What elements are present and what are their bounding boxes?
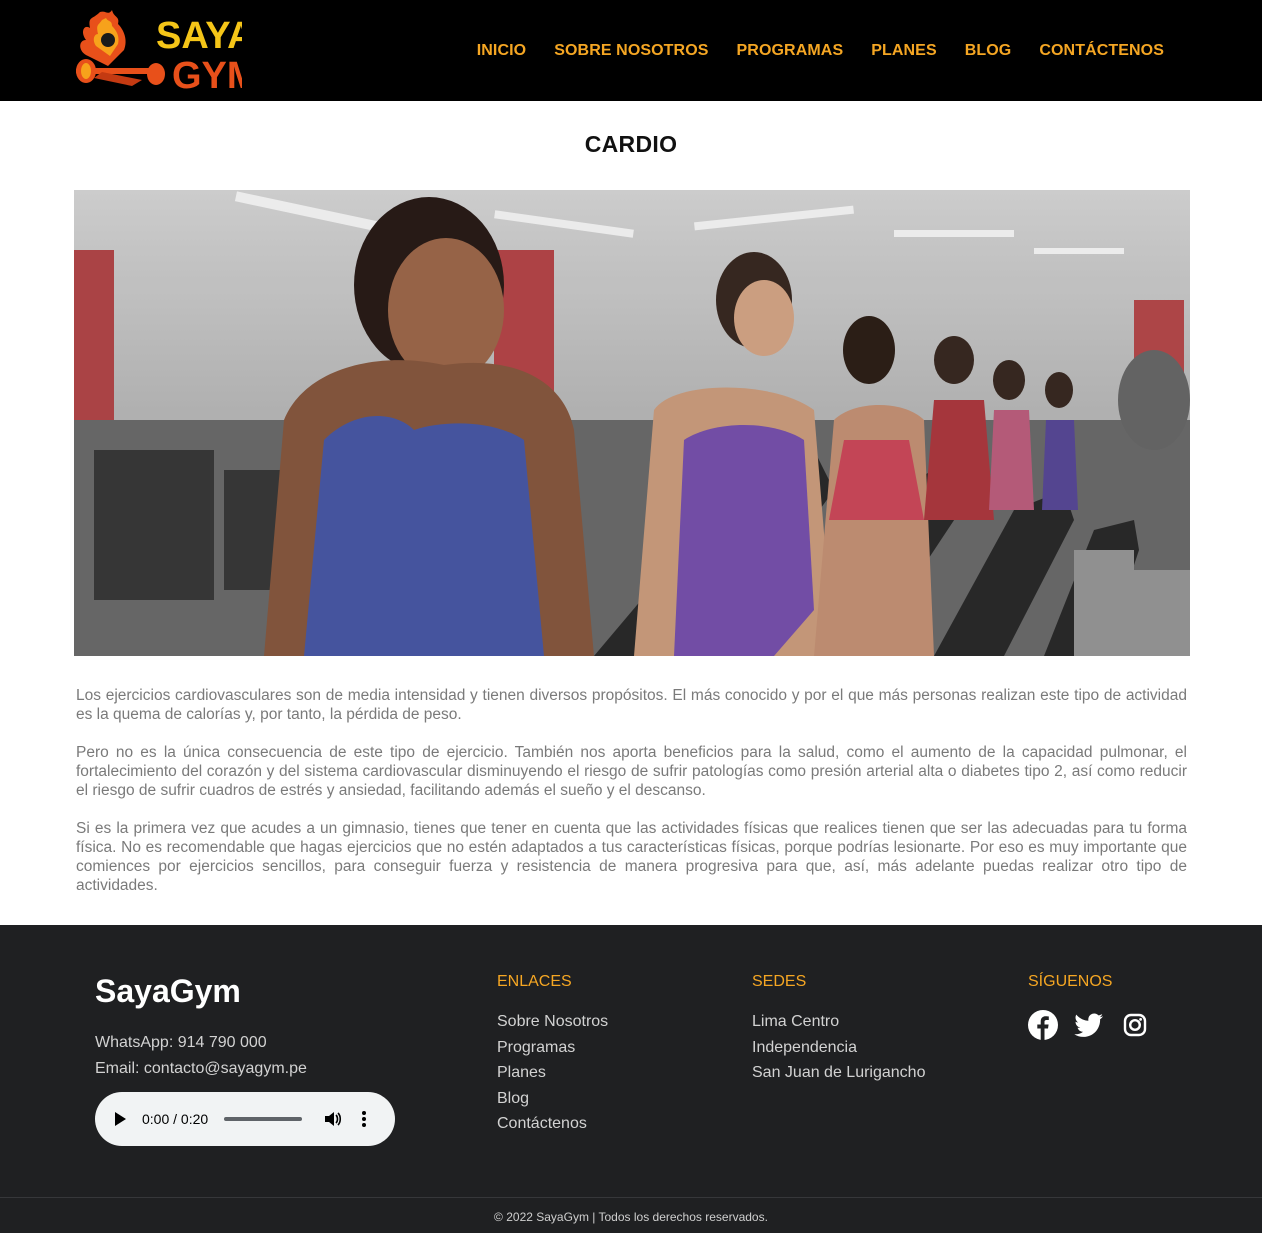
more-options-icon[interactable] [362, 1111, 367, 1127]
nav-programas[interactable]: PROGRAMAS [723, 42, 858, 60]
email-contact[interactable]: Email: contacto@sayagym.pe [95, 1060, 307, 1078]
audio-player: 0:00 / 0:20 [95, 1092, 395, 1146]
sedes-heading: SEDES [752, 973, 807, 990]
treadmill-photo [74, 190, 1190, 656]
footer-link-programas[interactable]: Programas [497, 1039, 608, 1065]
nav-planes[interactable]: PLANES [857, 42, 951, 60]
hero-image [74, 190, 1190, 656]
social-links [1028, 1010, 1150, 1040]
page-title: CARDIO [584, 131, 678, 157]
sede-lima-centro: Lima Centro [752, 1013, 840, 1030]
paragraph-2: Pero no es la única consecuencia de este… [76, 744, 1187, 799]
footer-link-blog[interactable]: Blog [497, 1090, 608, 1116]
social-heading: SÍGUENOS [1028, 973, 1113, 990]
paragraph-1: Los ejercicios cardiovasculares son de m… [76, 687, 1187, 723]
site-footer: SayaGym WhatsApp: 914 790 000 Email: con… [0, 925, 1262, 1233]
audio-time: 0:00 / 0:20 [142, 1111, 209, 1127]
audio-progress-bar[interactable] [224, 1117, 303, 1121]
facebook-icon[interactable] [1028, 1010, 1058, 1040]
copyright-bar: © 2022 SayaGym | Todos los derechos rese… [0, 1197, 1262, 1233]
footer-link-sobre-nosotros[interactable]: Sobre Nosotros [497, 1013, 608, 1039]
instagram-icon[interactable] [1120, 1010, 1150, 1040]
site-logo[interactable]: SAYA GYM [72, 6, 242, 94]
sede-independencia: Independencia [752, 1038, 857, 1056]
nav-sobre-nosotros[interactable]: SOBRE NOSOTROS [540, 42, 722, 60]
play-icon[interactable] [115, 1112, 126, 1126]
whatsapp-contact[interactable]: WhatsApp: 914 790 000 [95, 1034, 267, 1052]
links-heading: ENLACES [497, 973, 572, 990]
links-list: Sobre Nosotros Programas Planes Blog Con… [497, 1013, 608, 1141]
site-header: SAYA GYM INICIO SOBRE NOSOTROS PROGRAMAS… [0, 0, 1262, 101]
nav-contactenos[interactable]: CONTÁCTENOS [1025, 42, 1178, 60]
article-content: Los ejercicios cardiovasculares son de m… [76, 686, 1187, 914]
logo-text-saya: SAYA [156, 15, 242, 57]
footer-link-contactenos[interactable]: Contáctenos [497, 1115, 608, 1141]
sedes-list: Lima Centro Independencia San Juan de Lu… [752, 1013, 925, 1090]
nav-blog[interactable]: BLOG [951, 42, 1026, 60]
logo-text-gym: GYM [172, 55, 242, 94]
volume-icon[interactable] [324, 1111, 342, 1127]
logo-graphic: SAYA GYM [76, 10, 242, 94]
sede-san-juan-de-lurigancho: San Juan de Lurigancho [752, 1064, 926, 1081]
twitter-icon[interactable] [1074, 1010, 1104, 1040]
nav-inicio[interactable]: INICIO [463, 42, 541, 60]
footer-brand: SayaGym [95, 973, 241, 1009]
main-nav: INICIO SOBRE NOSOTROS PROGRAMAS PLANES B… [463, 0, 1178, 101]
paragraph-3: Si es la primera vez que acudes a un gim… [76, 820, 1187, 894]
footer-link-planes[interactable]: Planes [497, 1064, 608, 1090]
copyright-text: © 2022 SayaGym | Todos los derechos rese… [494, 1210, 768, 1224]
